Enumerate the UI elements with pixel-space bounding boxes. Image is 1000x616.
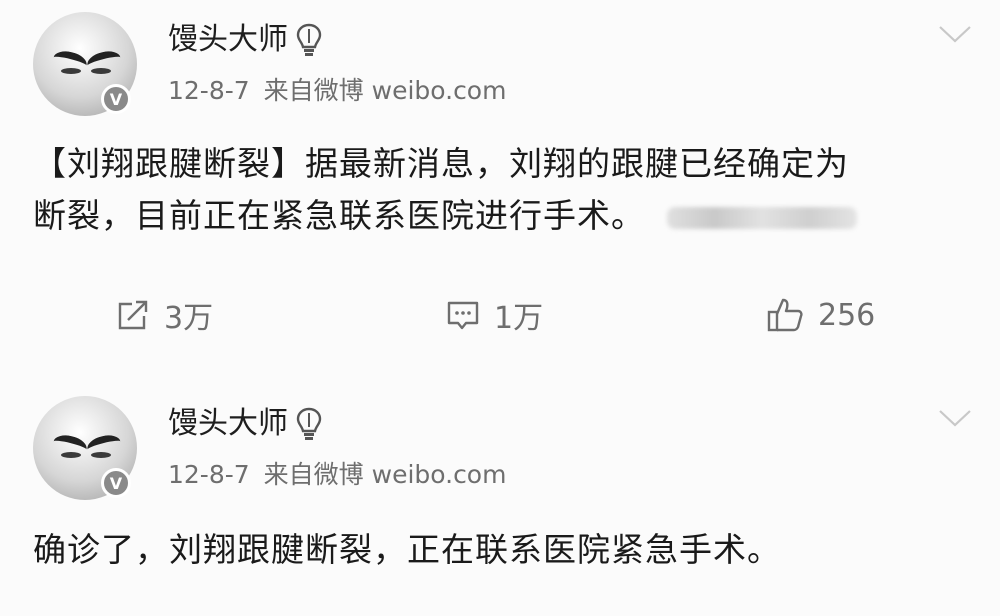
post-date: 12-8-7 — [168, 76, 250, 105]
post-meta: 12-8-7 来自微博 weibo.com — [168, 74, 506, 108]
weibo-post-2: V 馒头大师 12-8-7 来自微博 weibo.com 确诊了，刘翔跟腱断裂，正… — [0, 384, 1000, 616]
action-bar: 3万 1万 256 — [0, 290, 1000, 340]
repost-count: 3万 — [164, 301, 214, 336]
post-text: 确诊了，刘翔跟腱断裂，正在联系医院紧急手术。 — [33, 530, 781, 569]
author-name[interactable]: 馒头大师 — [168, 404, 322, 444]
post-content: 【刘翔跟腱断裂】据最新消息，刘翔的跟腱已经确定为 断裂，目前正在紧急联系医院进行… — [33, 138, 963, 242]
weibo-post-1: V 馒头大师 12-8-7 来自微博 weibo.com 【刘翔跟腱断裂】据最新消… — [0, 0, 1000, 384]
like-button[interactable]: 256 — [766, 290, 875, 340]
post-source[interactable]: 来自微博 weibo.com — [264, 76, 507, 105]
chevron-down-icon[interactable] — [938, 24, 972, 44]
verified-badge-icon: V — [101, 468, 131, 498]
repost-icon — [118, 300, 148, 330]
post-text-line-2-text: 断裂，目前正在紧急联系医院进行手术。 — [33, 196, 645, 235]
avatar-eye-left — [61, 452, 81, 458]
author-name-text[interactable]: 馒头大师 — [168, 20, 288, 60]
avatar-eye-left — [61, 68, 81, 74]
post-text-line-2: 断裂，目前正在紧急联系医院进行手术。 — [33, 190, 963, 242]
post-text-line-1: 【刘翔跟腱断裂】据最新消息，刘翔的跟腱已经确定为 — [33, 144, 849, 183]
comment-icon — [447, 301, 479, 330]
thumbs-up-icon — [767, 298, 803, 332]
like-count: 256 — [818, 297, 876, 333]
avatar-eye-right — [91, 68, 111, 74]
comment-count: 1万 — [494, 301, 544, 336]
blurred-watermark — [667, 206, 857, 229]
avatar-eye-right — [91, 452, 111, 458]
post-content: 确诊了，刘翔跟腱断裂，正在联系医院紧急手术。 — [33, 524, 963, 576]
author-name[interactable]: 馒头大师 — [168, 20, 322, 60]
verified-badge-icon: V — [101, 84, 131, 114]
lightbulb-icon — [296, 23, 322, 56]
chevron-down-icon[interactable] — [938, 408, 972, 428]
author-name-text[interactable]: 馒头大师 — [168, 404, 288, 444]
post-date: 12-8-7 — [168, 460, 250, 489]
post-source[interactable]: 来自微博 weibo.com — [264, 460, 507, 489]
lightbulb-icon — [296, 407, 322, 440]
repost-button[interactable]: 3万 — [116, 290, 213, 340]
comment-button[interactable]: 1万 — [446, 290, 543, 340]
post-meta: 12-8-7 来自微博 weibo.com — [168, 458, 506, 492]
